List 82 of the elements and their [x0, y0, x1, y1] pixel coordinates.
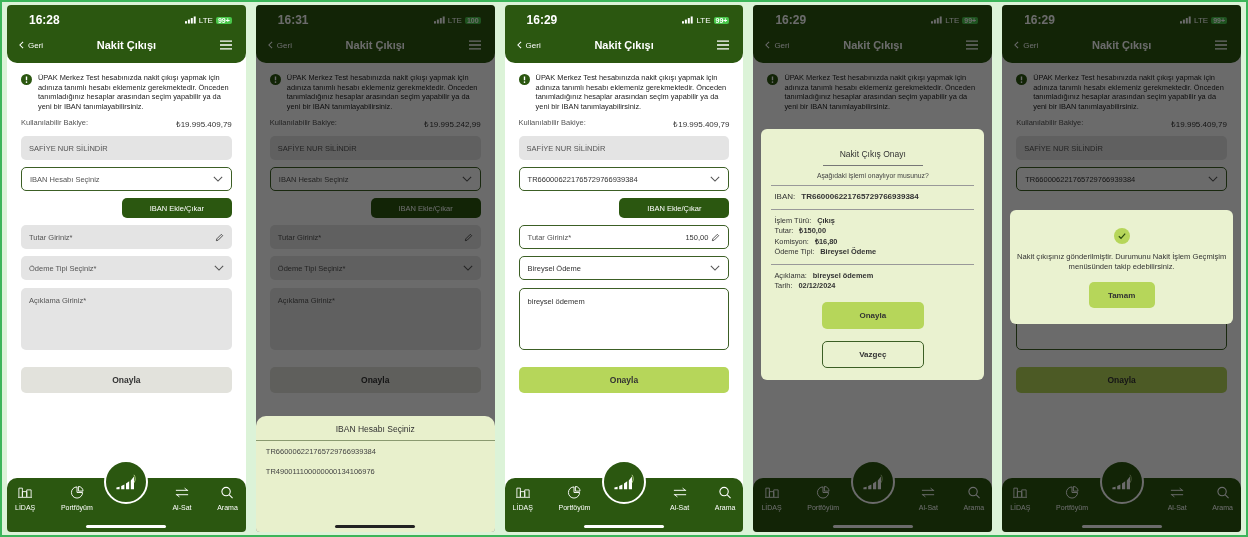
detail-label: IBAN: — [774, 192, 796, 203]
balance-value: ₺19.995.409,79 — [175, 119, 232, 129]
menu-icon[interactable] — [219, 40, 232, 50]
screen-title: Nakit Çıkışı — [345, 39, 405, 51]
warning-icon — [269, 74, 281, 85]
network-label: LTE — [945, 15, 960, 25]
cancel-button[interactable]: Vazgeç — [821, 340, 924, 368]
warning-icon — [518, 74, 530, 85]
warning-icon — [1016, 74, 1028, 85]
search-icon — [1215, 486, 1230, 499]
chevron-down-icon — [461, 176, 472, 182]
balance-value: ₺19.995.409,79 — [1170, 119, 1227, 129]
chevron-down-icon — [462, 265, 473, 271]
ok-button[interactable]: Tamam — [1088, 282, 1155, 308]
screen-title: Nakit Çıkışı — [1092, 39, 1152, 51]
status-time: 16:29 — [1024, 13, 1055, 27]
pie-chart-icon — [1065, 486, 1080, 499]
back-chevron-icon — [765, 41, 771, 49]
chevron-down-icon — [1208, 176, 1218, 182]
pie-chart-icon — [69, 486, 84, 499]
swap-arrows-icon — [672, 486, 687, 499]
chevron-down-icon — [710, 265, 721, 271]
search-icon — [718, 486, 733, 499]
chevron-down-icon — [213, 265, 224, 271]
confirm-button[interactable]: Onayla — [21, 367, 232, 393]
status-time: 16:31 — [277, 13, 309, 27]
rising-bars-icon — [1109, 474, 1134, 490]
dialog-title: Nakit Çıkış Onayı — [822, 149, 923, 166]
swap-arrows-icon — [921, 486, 936, 499]
back-chevron-icon — [1014, 41, 1020, 49]
screen-title: Nakit Çıkışı — [96, 39, 157, 51]
chevron-down-icon — [212, 176, 223, 182]
bar-chart-icon — [764, 486, 779, 499]
rising-bars-icon — [860, 474, 885, 490]
menu-icon[interactable] — [1215, 40, 1227, 50]
pie-chart-icon — [816, 486, 831, 499]
detail-value: TR660006221765729766939384 — [801, 192, 919, 203]
pencil-icon — [711, 232, 721, 242]
signal-icon — [931, 16, 943, 24]
status-time: 16:29 — [526, 13, 558, 27]
network-label: LTE — [1194, 15, 1209, 25]
bar-chart-icon — [18, 486, 33, 499]
confirm-button[interactable]: Onayla — [518, 367, 730, 393]
signal-icon — [1180, 16, 1192, 24]
rising-bars-icon — [114, 474, 139, 490]
bar-chart-icon — [515, 486, 530, 499]
warning-icon — [21, 74, 32, 85]
signal-icon — [433, 16, 445, 24]
swap-arrows-icon — [175, 486, 189, 499]
signal-icon — [682, 16, 694, 24]
search-icon — [966, 486, 981, 499]
chevron-down-icon — [710, 176, 721, 182]
back-chevron-icon — [516, 41, 522, 49]
screen-title: Nakit Çıkışı — [843, 39, 903, 51]
network-label: LTE — [696, 15, 711, 25]
pencil-icon — [214, 232, 224, 242]
screen-title: Nakit Çıkışı — [594, 39, 654, 51]
home-chart-button[interactable] — [602, 460, 646, 504]
rising-bars-icon — [612, 474, 636, 490]
back-chevron-icon — [19, 41, 24, 49]
search-icon — [220, 486, 235, 499]
bar-chart-icon — [1013, 486, 1028, 499]
signal-icon — [184, 16, 196, 24]
menu-icon[interactable] — [966, 40, 979, 50]
pie-chart-icon — [567, 486, 582, 499]
menu-icon[interactable] — [468, 40, 481, 50]
status-time: 16:29 — [775, 13, 807, 27]
checkmark-icon — [1113, 228, 1130, 244]
network-label: LTE — [198, 15, 213, 25]
swap-arrows-icon — [1170, 486, 1185, 499]
approve-button[interactable]: Onayla — [821, 301, 924, 329]
balance-value: ₺19.995.242,99 — [424, 119, 481, 129]
status-time: 16:28 — [29, 13, 60, 27]
back-chevron-icon — [267, 41, 273, 49]
pencil-icon — [463, 232, 473, 242]
menu-icon[interactable] — [717, 40, 730, 50]
balance-value: ₺19.995.409,79 — [673, 119, 730, 129]
warning-icon — [767, 74, 779, 85]
back-button[interactable]: Geri — [19, 40, 44, 50]
back-button[interactable]: Geri — [516, 40, 541, 50]
sheet-title: IBAN Hesabı Seçiniz — [255, 416, 495, 441]
network-label: LTE — [447, 15, 462, 25]
